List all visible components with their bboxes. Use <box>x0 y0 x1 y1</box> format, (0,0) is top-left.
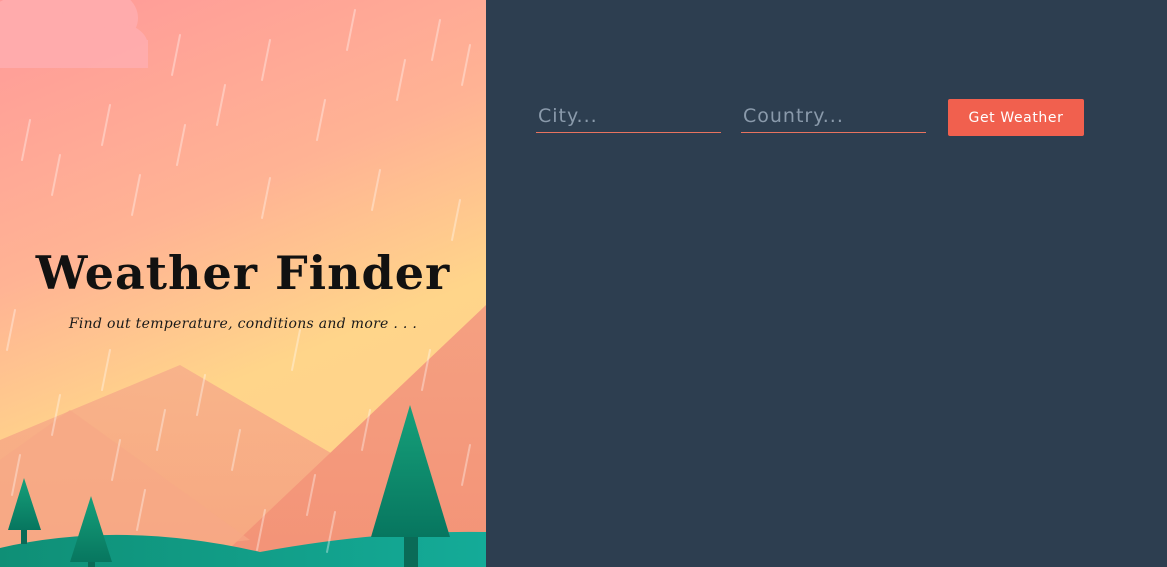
search-panel: Get Weather <box>486 0 1167 567</box>
cloud-shape <box>0 0 148 68</box>
country-input[interactable] <box>741 99 926 133</box>
get-weather-button[interactable]: Get Weather <box>948 99 1084 136</box>
weather-finder-app: Weather Finder Find out temperature, con… <box>0 0 1167 567</box>
page-title: Weather Finder <box>35 246 451 300</box>
city-input[interactable] <box>536 99 721 133</box>
hero-heading-group: Weather Finder Find out temperature, con… <box>0 240 486 332</box>
page-subtitle: Find out temperature, conditions and mor… <box>68 316 418 332</box>
hero-panel: Weather Finder Find out temperature, con… <box>0 0 486 567</box>
weather-search-form: Get Weather <box>536 99 1084 136</box>
